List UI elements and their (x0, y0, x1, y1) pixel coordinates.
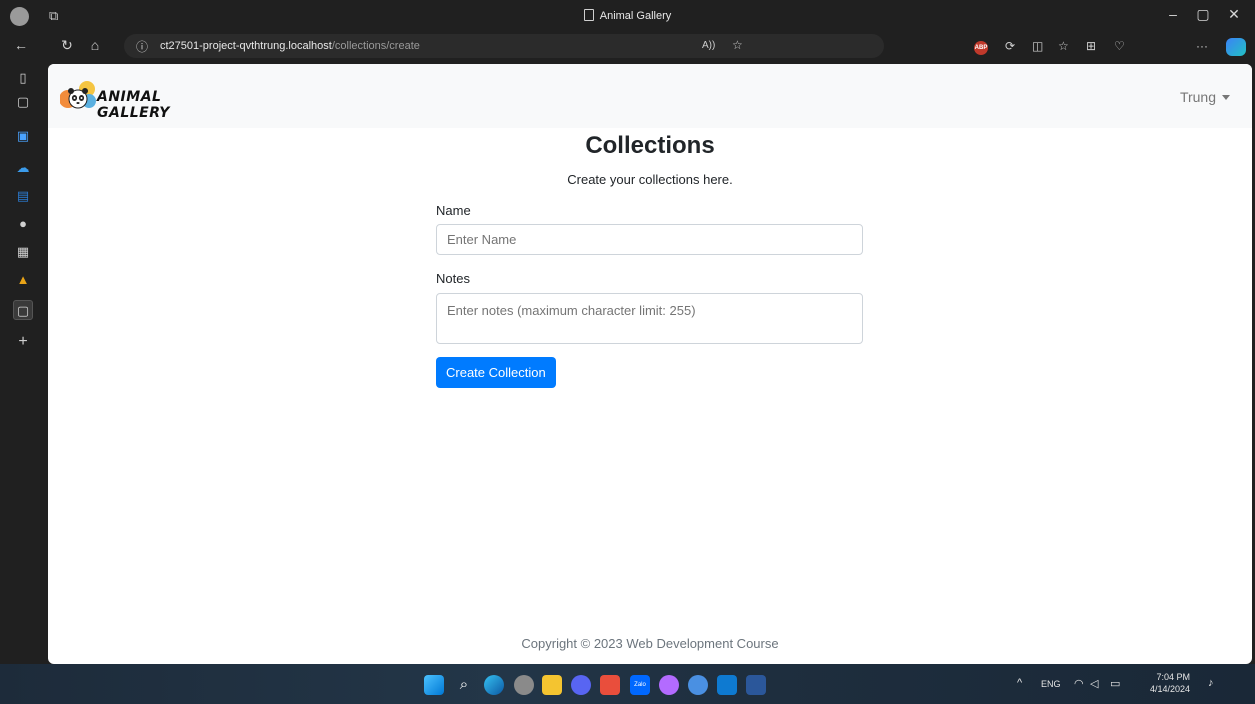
notification-bell-icon[interactable]: ♪ (1208, 677, 1214, 689)
windows-taskbar: ⌕ Zalo ^ ENG ◠ ◁ ▭ 7:04 PM 4/14/2024 ♪ (0, 664, 1255, 704)
adblock-icon[interactable]: ABP (974, 41, 988, 55)
tab-image-icon[interactable]: ▣ (13, 126, 33, 146)
user-dropdown[interactable]: Trung (1180, 89, 1230, 105)
volume-icon[interactable]: ◁ (1090, 677, 1098, 690)
collections-icon[interactable]: ⊞ (1086, 39, 1096, 53)
name-input[interactable] (436, 224, 863, 255)
tab-onedrive-icon[interactable]: ☁ (13, 158, 33, 178)
wifi-icon[interactable]: ◠ (1074, 677, 1084, 690)
tab-page-icon[interactable]: ▢ (13, 92, 33, 112)
site-logo[interactable]: ANIMAL GALLERY (60, 76, 230, 121)
language-indicator[interactable]: ENG (1041, 679, 1061, 689)
more-options-icon[interactable]: ··· (1196, 39, 1208, 53)
discord-icon[interactable] (571, 675, 591, 695)
window-title: Animal Gallery (0, 9, 1255, 22)
panda-mascot-icon (60, 81, 96, 109)
edge-icon[interactable] (484, 675, 504, 695)
browser-sidebar: ▯ ▢ ▣ ☁ ▤ ● ▦ ▲ ▢ + (0, 60, 48, 664)
extension-icon[interactable]: ⟳ (1005, 39, 1015, 53)
file-explorer-icon[interactable] (542, 675, 562, 695)
close-button[interactable]: ✕ (1219, 6, 1249, 23)
notes-label: Notes (436, 271, 470, 286)
back-button[interactable]: ← (10, 37, 32, 53)
vscode-icon[interactable] (717, 675, 737, 695)
site-info-icon[interactable]: ⓘ (136, 38, 148, 55)
tab-actions-icon[interactable]: ▯ (13, 68, 33, 88)
page-viewport: ANIMAL GALLERY Trung Collections Create … (48, 64, 1252, 664)
window-title-bar: ⧉ Animal Gallery – ▢ ✕ (0, 0, 1255, 34)
read-aloud-icon[interactable]: A)) (702, 40, 715, 51)
site-brand: ANIMAL GALLERY (97, 89, 170, 121)
address-bar[interactable]: ⓘ ct27501-project-qvthtrung.localhost/co… (124, 34, 884, 58)
refresh-button[interactable]: ↻ (56, 37, 78, 54)
create-collection-button[interactable]: Create Collection (436, 357, 556, 388)
copilot-icon[interactable] (1226, 38, 1246, 56)
zalo-icon[interactable]: Zalo (630, 675, 650, 695)
tab-word-icon[interactable]: ▤ (13, 186, 33, 206)
page-footer: Copyright © 2023 Web Development Course (521, 636, 779, 651)
chat-app-icon[interactable] (659, 675, 679, 695)
show-hidden-icons[interactable]: ^ (1017, 677, 1022, 689)
favorites-icon[interactable]: ☆ (1058, 39, 1069, 53)
page-title: Collections (585, 132, 715, 159)
tab-app-icon[interactable]: ▲ (13, 270, 33, 290)
name-label: Name (436, 203, 471, 218)
battery-icon[interactable]: ▭ (1110, 677, 1120, 690)
performance-icon[interactable]: ♡ (1114, 39, 1125, 53)
split-screen-icon[interactable]: ◫ (1032, 39, 1043, 53)
site-navbar: ANIMAL GALLERY Trung (48, 64, 1252, 128)
app-icon[interactable] (600, 675, 620, 695)
taskbar-clock[interactable]: 7:04 PM 4/14/2024 (1150, 671, 1190, 695)
search-icon[interactable]: ⌕ (454, 675, 474, 695)
tab-animal-gallery-icon[interactable]: ▢ (13, 300, 33, 320)
minimize-button[interactable]: – (1158, 6, 1188, 22)
word-icon[interactable] (746, 675, 766, 695)
browser-app-icon[interactable] (688, 675, 708, 695)
home-button[interactable]: ⌂ (84, 37, 106, 53)
new-tab-icon[interactable]: + (13, 332, 33, 352)
page-icon (583, 9, 594, 21)
favorite-star-icon[interactable]: ☆ (732, 38, 743, 52)
notes-textarea[interactable] (436, 293, 863, 344)
url-text: ct27501-project-qvthtrung.localhost/coll… (160, 40, 420, 52)
start-icon[interactable] (424, 675, 444, 695)
maximize-button[interactable]: ▢ (1188, 6, 1218, 23)
caret-down-icon (1222, 95, 1230, 100)
tab-calendar-icon[interactable]: ▦ (13, 242, 33, 262)
settings-icon[interactable] (514, 675, 534, 695)
page-subtitle: Create your collections here. (567, 172, 733, 187)
browser-toolbar: ← ↻ ⌂ ⓘ ct27501-project-qvthtrung.localh… (0, 34, 1255, 60)
tab-github-icon[interactable]: ● (13, 214, 33, 234)
